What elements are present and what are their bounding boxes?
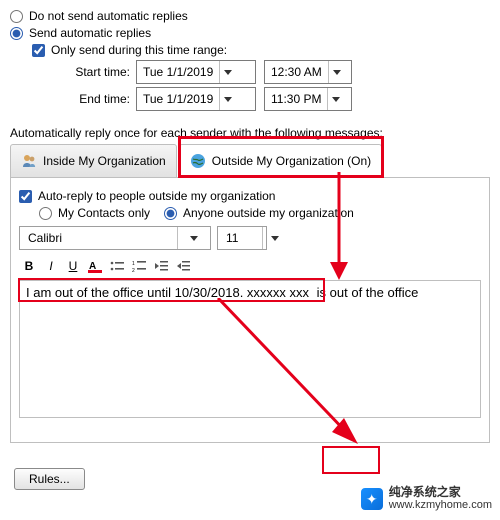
people-icon	[21, 153, 37, 169]
chk-auto-outside-label: Auto-reply to people outside my organiza…	[38, 189, 275, 203]
start-time-select[interactable]: 12:30 AM	[264, 60, 352, 84]
numbering-button[interactable]: 12	[129, 256, 149, 276]
radio-contacts-only-label: My Contacts only	[58, 206, 150, 220]
radio-send-auto[interactable]	[10, 27, 23, 40]
start-date-select[interactable]: Tue 1/1/2019	[136, 60, 256, 84]
chevron-down-icon	[327, 88, 344, 110]
chk-time-range[interactable]	[32, 44, 45, 57]
radio-anyone-label: Anyone outside my organization	[183, 206, 354, 220]
chevron-down-icon	[328, 61, 345, 83]
format-toolbar: B I U A 12	[19, 256, 481, 276]
end-date-select[interactable]: Tue 1/1/2019	[136, 87, 256, 111]
rules-button[interactable]: Rules...	[14, 468, 85, 490]
italic-button[interactable]: I	[41, 256, 61, 276]
indent-button[interactable]	[173, 256, 193, 276]
end-time-select[interactable]: 11:30 PM	[264, 87, 352, 111]
bold-button[interactable]: B	[19, 256, 39, 276]
chevron-down-icon	[219, 88, 236, 110]
underline-button[interactable]: U	[63, 256, 83, 276]
tab-outside[interactable]: Outside My Organization (On)	[179, 144, 382, 178]
message-part1: I am out of the office until 10/30/2018.…	[26, 285, 309, 300]
tab-inside-label: Inside My Organization	[43, 154, 166, 168]
bullets-button[interactable]	[107, 256, 127, 276]
outdent-button[interactable]	[151, 256, 171, 276]
font-color-button[interactable]: A	[85, 256, 105, 276]
chk-auto-outside[interactable]	[19, 190, 32, 203]
start-time-label: Start time:	[56, 65, 130, 79]
section-header: Automatically reply once for each sender…	[10, 126, 490, 140]
watermark-line1: 纯净系统之家	[389, 486, 492, 499]
message-body[interactable]: I am out of the office until 10/30/2018.…	[19, 280, 481, 418]
chevron-down-icon	[177, 227, 210, 249]
chevron-down-icon	[219, 61, 236, 83]
font-value: Calibri	[20, 231, 70, 245]
chk-time-range-label: Only send during this time range:	[51, 43, 227, 57]
globe-icon	[190, 153, 206, 169]
font-size-value: 11	[218, 231, 246, 245]
end-time-label: End time:	[56, 92, 130, 106]
svg-text:1: 1	[132, 261, 135, 267]
end-time-value: 11:30 PM	[271, 92, 321, 106]
tab-inside[interactable]: Inside My Organization	[10, 144, 177, 178]
tab-outside-label: Outside My Organization (On)	[212, 154, 371, 168]
highlight-ok-area	[322, 446, 380, 474]
end-date-value: Tue 1/1/2019	[143, 92, 213, 106]
start-date-value: Tue 1/1/2019	[143, 65, 213, 79]
message-part2: is out of the office	[317, 285, 419, 300]
watermark-line2: www.kzmyhome.com	[389, 499, 492, 512]
radio-contacts-only[interactable]	[39, 207, 52, 220]
font-select[interactable]: Calibri	[19, 226, 211, 250]
radio-no-auto-label: Do not send automatic replies	[29, 9, 188, 23]
radio-no-auto[interactable]	[10, 10, 23, 23]
font-size-select[interactable]: 11	[217, 226, 267, 250]
watermark: ✦ 纯净系统之家 www.kzmyhome.com	[361, 486, 492, 512]
svg-text:2: 2	[132, 268, 135, 272]
watermark-logo-icon: ✦	[361, 488, 383, 510]
start-time-value: 12:30 AM	[271, 65, 322, 79]
radio-anyone[interactable]	[164, 207, 177, 220]
radio-send-auto-label: Send automatic replies	[29, 26, 151, 40]
chevron-down-icon	[262, 227, 287, 249]
